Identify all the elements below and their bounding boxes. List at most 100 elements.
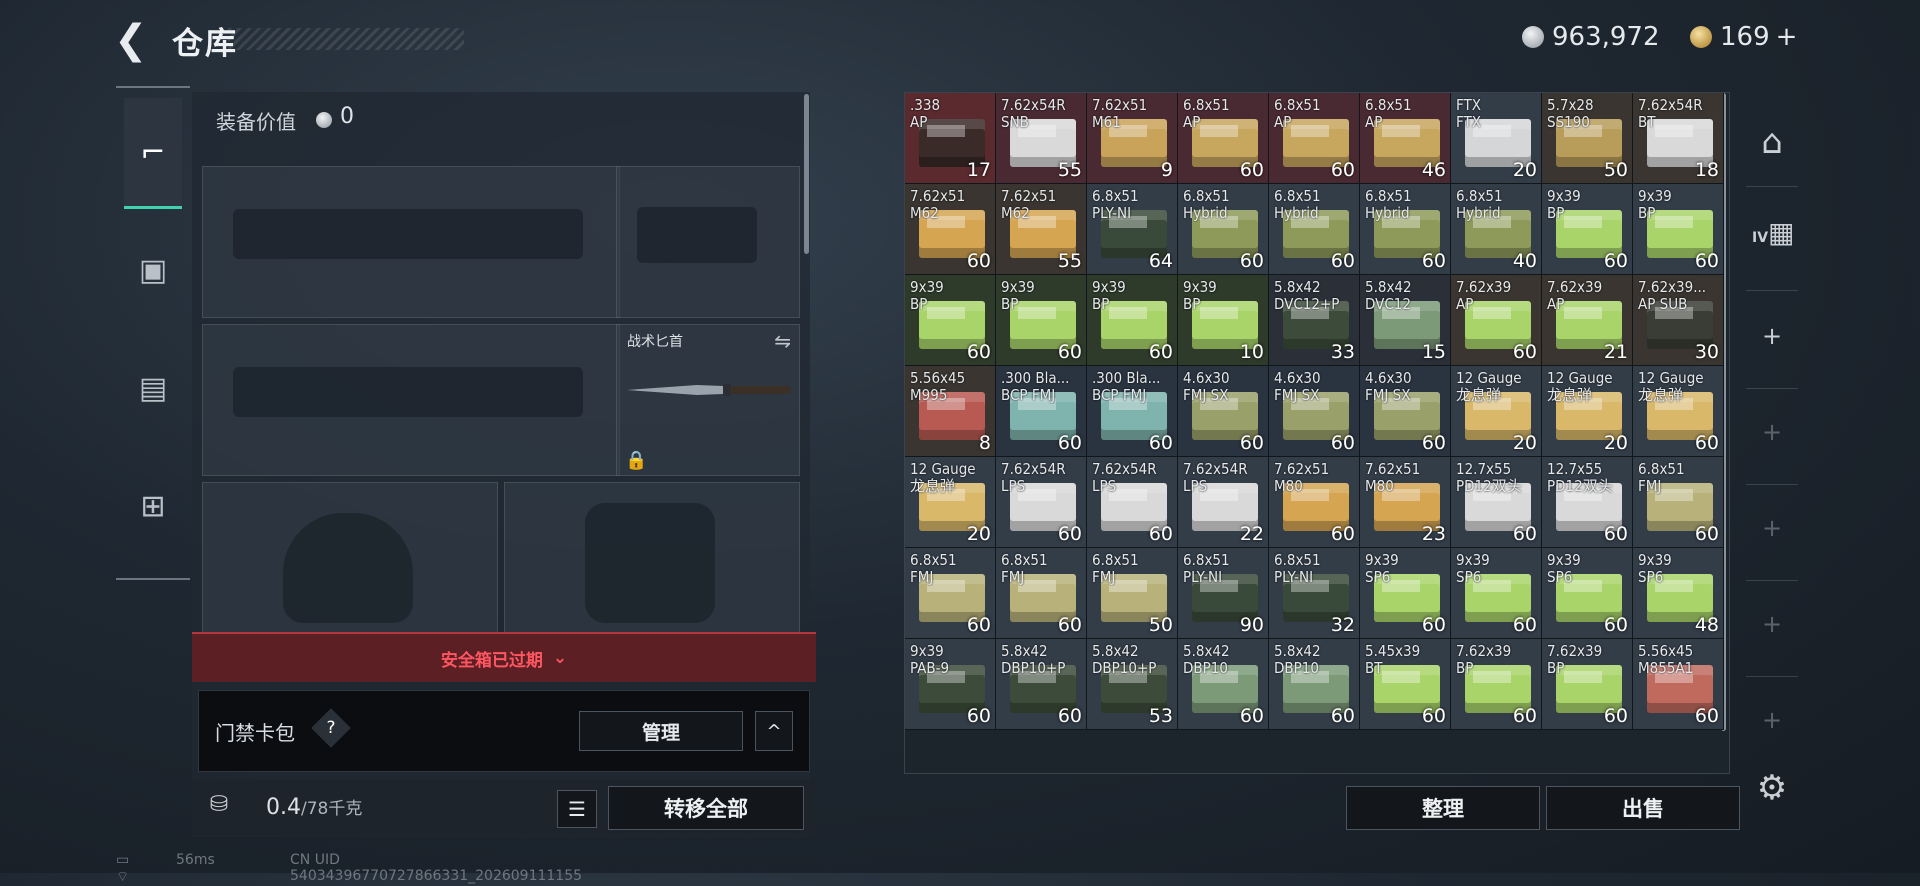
manage-button[interactable]: 管理	[579, 711, 743, 751]
add-storage-button[interactable]: +	[1752, 514, 1792, 542]
ammo-item[interactable]: 5.8x42 DVC12 15	[1360, 275, 1451, 366]
helmet-slot[interactable]	[202, 482, 498, 644]
ammo-item[interactable]: 6.8x51 PLY-NI 32	[1269, 548, 1360, 639]
add-storage-button[interactable]: +	[1752, 322, 1792, 350]
ammo-item[interactable]: 5.56x45 M855A1 60	[1633, 639, 1724, 730]
secondary-weapon-slot[interactable]	[202, 324, 620, 476]
ammo-item[interactable]: 12 Gauge 龙息弹 20	[1542, 366, 1633, 457]
ammo-item[interactable]: 5.45x39 BT 60	[1360, 639, 1451, 730]
ammo-item[interactable]: 7.62x51 M61 9	[1087, 93, 1178, 184]
ammo-item[interactable]: .300 Bla... BCP FMJ 60	[996, 366, 1087, 457]
ammo-item[interactable]: 7.62x39 BP 60	[1542, 639, 1633, 730]
ammo-item[interactable]: 6.8x51 FMJ 60	[905, 548, 996, 639]
ammo-item[interactable]: 12 Gauge 龙息弹 20	[905, 457, 996, 548]
ammo-item[interactable]: 7.62x51 M80 60	[1269, 457, 1360, 548]
ammo-item[interactable]: 6.8x51 Hybrid 40	[1451, 184, 1542, 275]
ammo-item[interactable]: 6.8x51 AP 60	[1178, 93, 1269, 184]
add-storage-button[interactable]: +	[1752, 610, 1792, 638]
ammo-item[interactable]: 9x39 PAB-9 60	[905, 639, 996, 730]
organize-button[interactable]: 整理	[1346, 786, 1540, 830]
ammo-item[interactable]: 12.7x55 PD12双头 60	[1451, 457, 1542, 548]
help-icon[interactable]: ?	[311, 708, 351, 748]
tab-toolbox[interactable]: ⊞	[124, 452, 182, 560]
ammo-item[interactable]: 7.62x54R LPS 60	[996, 457, 1087, 548]
chevron-up-icon[interactable]: ^	[755, 711, 793, 751]
gear-icon[interactable]: ⚙	[1752, 768, 1792, 808]
ammo-item[interactable]: 7.62x39 BP 60	[1451, 639, 1542, 730]
primary-weapon-slot[interactable]	[202, 166, 620, 318]
ammo-item[interactable]: 9x39 BP 10	[1178, 275, 1269, 366]
ammo-item[interactable]: 9x39 SP6 60	[1451, 548, 1542, 639]
ammo-item[interactable]: 7.62x39 AP 60	[1451, 275, 1542, 366]
ammo-item[interactable]: 12 Gauge 龙息弹 20	[1451, 366, 1542, 457]
ammo-item[interactable]: 9x39 BP 60	[905, 275, 996, 366]
ammo-item[interactable]: 6.8x51 FMJ 50	[1087, 548, 1178, 639]
ammo-item[interactable]: 6.8x51 Hybrid 60	[1178, 184, 1269, 275]
ammo-item[interactable]: 9x39 SP6 48	[1633, 548, 1724, 639]
ammo-item[interactable]: 5.8x42 DVC12+P 33	[1269, 275, 1360, 366]
ammo-item[interactable]: 6.8x51 FMJ 60	[1633, 457, 1724, 548]
tab-vest[interactable]: ▤	[124, 334, 182, 442]
ammo-item[interactable]: 6.8x51 PLY-NI 90	[1178, 548, 1269, 639]
ammo-quantity: 60	[1057, 523, 1082, 545]
ammo-item[interactable]: 7.62x54R BT 18	[1633, 93, 1724, 184]
ammo-item[interactable]: 7.62x54R LPS 22	[1178, 457, 1269, 548]
ammo-item[interactable]: 6.8x51 FMJ 60	[996, 548, 1087, 639]
helmet-silhouette-icon	[283, 513, 413, 623]
ammo-item[interactable]: 7.62x39... AP SUB 30	[1633, 275, 1724, 366]
swap-icon[interactable]: ⇋	[774, 329, 791, 353]
ammo-item[interactable]: 12.7x55 PD12双头 60	[1542, 457, 1633, 548]
transfer-all-button[interactable]: 转移全部	[608, 786, 804, 830]
ammo-item[interactable]: 7.62x51 M80 23	[1360, 457, 1451, 548]
tier-iv-case-icon[interactable]: IV▦	[1752, 216, 1795, 249]
ammo-item[interactable]: 6.8x51 AP 60	[1269, 93, 1360, 184]
ammo-item[interactable]: 9x39 BP 60	[996, 275, 1087, 366]
ammo-item[interactable]: 7.62x39 AP 21	[1542, 275, 1633, 366]
ammo-item[interactable]: 5.8x42 DBP10+P 60	[996, 639, 1087, 730]
ammo-item[interactable]: 4.6x30 FMJ SX 60	[1178, 366, 1269, 457]
list-view-button[interactable]: ☰	[557, 790, 597, 828]
pistol-slot[interactable]	[616, 166, 800, 318]
equipment-scrollbar[interactable]	[804, 94, 809, 254]
divider	[1746, 580, 1798, 581]
ammo-item[interactable]: 6.8x51 PLY-NI 64	[1087, 184, 1178, 275]
ammo-quantity: 60	[1603, 250, 1628, 272]
ammo-item[interactable]: 9x39 SP6 60	[1360, 548, 1451, 639]
ammo-item[interactable]: 5.8x42 DBP10 60	[1178, 639, 1269, 730]
ammo-item[interactable]: 5.7x28 SS190 50	[1542, 93, 1633, 184]
ammo-item[interactable]: 5.8x42 DBP10+P 53	[1087, 639, 1178, 730]
ammo-item[interactable]: 9x39 BP 60	[1542, 184, 1633, 275]
add-storage-button[interactable]: +	[1752, 418, 1792, 446]
ammo-item[interactable]: 6.8x51 Hybrid 60	[1269, 184, 1360, 275]
ammo-item[interactable]: 4.6x30 FMJ SX 60	[1269, 366, 1360, 457]
ammo-item[interactable]: 7.62x51 M62 55	[996, 184, 1087, 275]
ammo-item[interactable]: 9x39 BP 60	[1087, 275, 1178, 366]
tab-weapons[interactable]: ⌐	[124, 98, 182, 209]
ammo-item[interactable]: 9x39 SP6 60	[1542, 548, 1633, 639]
ammo-item[interactable]: 5.56x45 M995 8	[905, 366, 996, 457]
ammo-item[interactable]: 9x39 BP 60	[1633, 184, 1724, 275]
ammo-item[interactable]: 6.8x51 AP 46	[1360, 93, 1451, 184]
armor-slot[interactable]	[504, 482, 800, 644]
safe-box-expired-banner[interactable]: 安全箱已过期 ⌄	[192, 632, 816, 682]
melee-slot[interactable]: 战术匕首 ⇋ 🔒	[616, 324, 800, 476]
back-arrow-icon[interactable]: ❮	[114, 20, 154, 60]
ammo-item[interactable]: 7.62x54R LPS 60	[1087, 457, 1178, 548]
ammo-quantity: 60	[1057, 432, 1082, 454]
add-storage-button[interactable]: +	[1752, 706, 1792, 734]
ammo-item[interactable]: 7.62x54R SNB 55	[996, 93, 1087, 184]
sell-button[interactable]: 出售	[1546, 786, 1740, 830]
safe-box-status: 安全箱已过期	[440, 650, 543, 671]
ammo-item[interactable]: .300 Bla... BCP FMJ 60	[1087, 366, 1178, 457]
tab-backpack[interactable]: ▣	[124, 216, 182, 324]
ammo-item[interactable]: 12 Gauge 龙息弹 60	[1633, 366, 1724, 457]
ammo-item[interactable]: 7.62x51 M62 60	[905, 184, 996, 275]
ammo-item[interactable]: 4.6x30 FMJ SX 60	[1360, 366, 1451, 457]
ammo-item[interactable]: 6.8x51 Hybrid 60	[1360, 184, 1451, 275]
storage-icon[interactable]: ⌂	[1752, 122, 1792, 162]
ammo-name: 5.8x42 DVC12+P	[1274, 279, 1340, 313]
ammo-item[interactable]: 5.8x42 DBP10 60	[1269, 639, 1360, 730]
ammo-item[interactable]: FTX FTX 20	[1451, 93, 1542, 184]
add-currency-button[interactable]: +	[1776, 22, 1798, 52]
ammo-item[interactable]: .338 AP 17	[905, 93, 996, 184]
